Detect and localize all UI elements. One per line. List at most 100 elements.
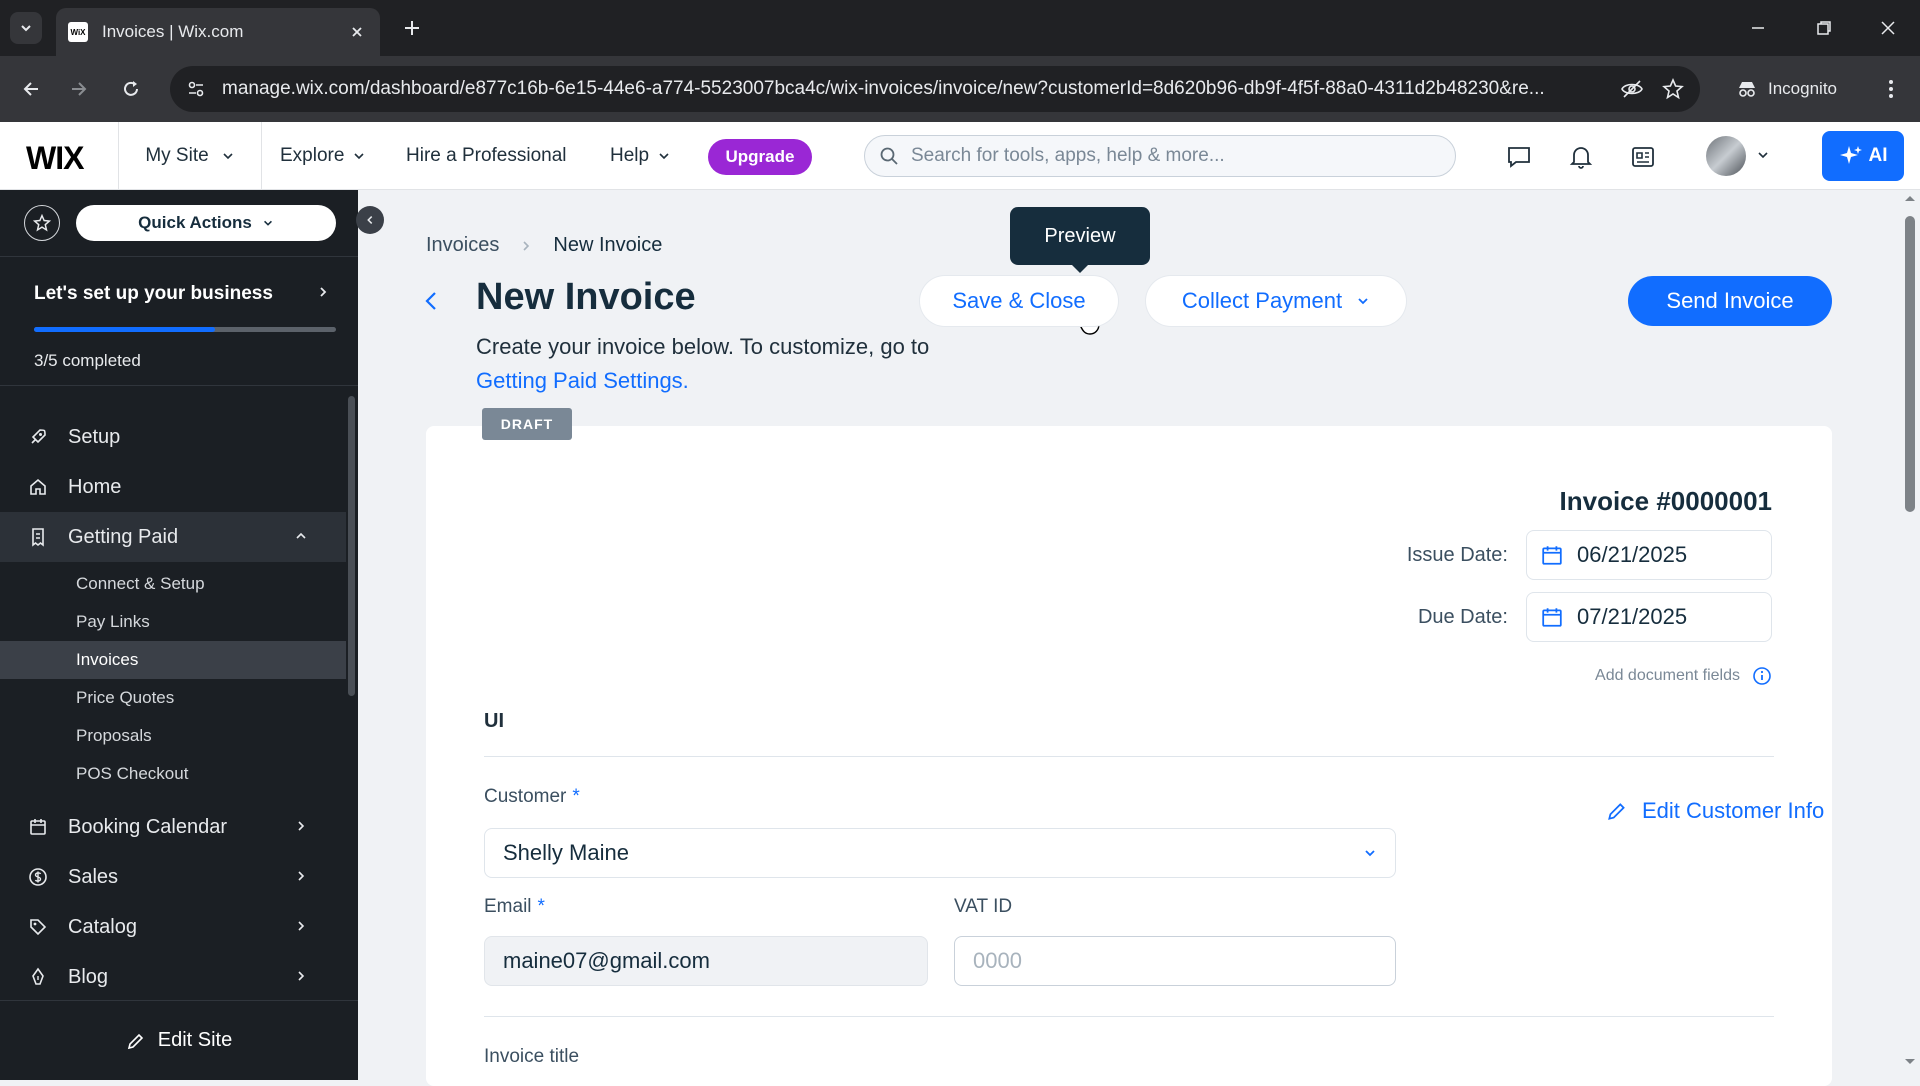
sidebar-subitem-price-quotes[interactable]: Price Quotes bbox=[0, 679, 346, 717]
quick-actions-button[interactable]: Quick Actions bbox=[76, 205, 336, 241]
favorites-star-icon[interactable] bbox=[24, 205, 60, 241]
pencil-icon bbox=[1608, 803, 1625, 820]
save-close-button[interactable]: Save & Close bbox=[920, 276, 1118, 326]
forward-arrow-icon[interactable] bbox=[62, 72, 96, 106]
collect-payment-button[interactable]: Collect Payment bbox=[1146, 276, 1406, 326]
tab-search-button[interactable] bbox=[10, 12, 42, 44]
setup-progress-card[interactable]: Let's set up your business 3/5 completed bbox=[0, 256, 358, 386]
business-name: UI bbox=[484, 710, 504, 732]
page-scrollbar[interactable] bbox=[1900, 190, 1920, 1080]
minimize-icon[interactable] bbox=[1736, 12, 1780, 44]
page-title: New Invoice bbox=[476, 276, 696, 318]
sidebar-subitem-pay-links[interactable]: Pay Links bbox=[0, 603, 346, 641]
invoice-number: Invoice #0000001 bbox=[1559, 486, 1773, 516]
main-content: Invoices New Invoice New Invoice Create … bbox=[358, 190, 1920, 1086]
sidebar-subitem-connect-setup[interactable]: Connect & Setup bbox=[0, 565, 346, 603]
chevron-down-icon[interactable] bbox=[1756, 148, 1770, 162]
sidebar-subitem-pos-checkout[interactable]: POS Checkout bbox=[0, 755, 346, 793]
email-field[interactable]: maine07@gmail.com bbox=[484, 936, 928, 986]
search-placeholder: Search for tools, apps, help & more... bbox=[911, 145, 1225, 166]
sidebar-item-label: Getting Paid bbox=[68, 525, 179, 548]
search-input[interactable]: Search for tools, apps, help & more... bbox=[864, 135, 1456, 177]
sidebar-item-home[interactable]: Home bbox=[0, 462, 346, 512]
notifications-bell-icon[interactable] bbox=[1566, 142, 1596, 172]
customer-select[interactable]: Shelly Maine bbox=[484, 828, 1396, 878]
chevron-down-icon bbox=[354, 153, 364, 160]
vat-id-label: VAT ID bbox=[954, 896, 1013, 917]
preview-tooltip: Preview bbox=[1010, 207, 1150, 273]
scroll-down-arrow-icon[interactable] bbox=[1904, 1058, 1916, 1066]
window-close-icon[interactable] bbox=[1866, 12, 1910, 44]
customer-value: Shelly Maine bbox=[503, 840, 629, 865]
back-chevron-icon[interactable] bbox=[422, 290, 442, 312]
calendar-icon bbox=[1542, 546, 1562, 565]
user-avatar[interactable] bbox=[1706, 136, 1746, 176]
edit-site-button[interactable]: Edit Site bbox=[0, 1000, 358, 1080]
restore-icon[interactable] bbox=[1802, 12, 1846, 44]
wix-favicon-icon: WiX bbox=[68, 22, 88, 42]
address-bar[interactable]: manage.wix.com/dashboard/e877c16b-6e15-4… bbox=[170, 66, 1700, 112]
reload-icon[interactable] bbox=[114, 72, 148, 106]
news-feed-icon[interactable] bbox=[1628, 142, 1658, 172]
due-date-label: Due Date: bbox=[1417, 605, 1508, 628]
setup-progress-fill bbox=[34, 327, 216, 332]
sidebar-item-getting-paid[interactable]: Getting Paid bbox=[0, 512, 346, 562]
getting-paid-settings-link[interactable]: Getting Paid Settings. bbox=[476, 368, 689, 393]
tab-close-icon[interactable] bbox=[346, 21, 368, 43]
collapse-sidebar-button[interactable] bbox=[356, 206, 384, 234]
add-document-fields-label: Add document fields bbox=[1595, 667, 1740, 684]
browser-tab[interactable]: WiX Invoices | Wix.com bbox=[56, 8, 380, 56]
ai-assistant-button[interactable]: AI bbox=[1822, 131, 1904, 181]
dollar-circle-icon bbox=[28, 867, 48, 887]
new-tab-plus-icon[interactable] bbox=[398, 14, 426, 42]
sidebar-item-catalog[interactable]: Catalog bbox=[0, 902, 346, 952]
sidebar-item-booking-calendar[interactable]: Booking Calendar bbox=[0, 802, 346, 852]
issue-date-field[interactable]: 06/21/2025 bbox=[1526, 530, 1772, 580]
sidebar-item-blog[interactable]: Blog bbox=[0, 952, 346, 1002]
tab-title: Invoices | Wix.com bbox=[102, 22, 244, 41]
hire-professional-link[interactable]: Hire a Professional bbox=[406, 122, 567, 190]
chevron-down-icon bbox=[659, 153, 669, 160]
hire-label: Hire a Professional bbox=[406, 145, 567, 166]
back-arrow-icon[interactable] bbox=[14, 72, 48, 106]
explore-menu[interactable]: Explore bbox=[280, 122, 366, 190]
sidebar-subitem-label: Proposals bbox=[76, 726, 152, 745]
ai-label: AI bbox=[1868, 145, 1888, 166]
issue-date-value: 06/21/2025 bbox=[1577, 542, 1688, 567]
required-mark: * bbox=[537, 896, 545, 917]
sidebar-subitem-label: POS Checkout bbox=[76, 764, 189, 783]
sidebar-subitem-label: Connect & Setup bbox=[76, 574, 205, 593]
help-menu[interactable]: Help bbox=[610, 122, 671, 190]
sidebar-item-setup[interactable]: Setup bbox=[0, 412, 346, 462]
vat-id-field[interactable]: 0000 bbox=[954, 936, 1396, 986]
scroll-up-arrow-icon[interactable] bbox=[1904, 194, 1916, 202]
upgrade-button[interactable]: Upgrade bbox=[708, 139, 812, 175]
due-date-field[interactable]: 07/21/2025 bbox=[1526, 592, 1772, 642]
browser-menu-icon[interactable] bbox=[1874, 72, 1908, 106]
sidebar-item-sales[interactable]: Sales bbox=[0, 852, 346, 902]
sidebar-subitem-label: Price Quotes bbox=[76, 688, 175, 707]
setup-progress-bar bbox=[34, 327, 336, 332]
info-icon[interactable] bbox=[1752, 666, 1772, 686]
messages-icon[interactable] bbox=[1504, 142, 1534, 172]
send-invoice-button[interactable]: Send Invoice bbox=[1628, 276, 1832, 326]
invoice-title-label: Invoice title bbox=[484, 1046, 580, 1067]
breadcrumb-current: New Invoice bbox=[553, 234, 663, 256]
required-mark: * bbox=[572, 786, 580, 807]
sidebar-subitem-proposals[interactable]: Proposals bbox=[0, 717, 346, 755]
receipt-icon bbox=[28, 527, 48, 547]
edit-customer-info-link[interactable]: Edit Customer Info bbox=[1606, 798, 1824, 824]
breadcrumb-invoices-link[interactable]: Invoices bbox=[426, 234, 499, 257]
setup-title: Let's set up your business bbox=[34, 283, 273, 304]
scrollbar-thumb[interactable] bbox=[1905, 216, 1915, 512]
my-site-dropdown[interactable]: My Site bbox=[118, 122, 262, 190]
add-document-fields[interactable]: Add document fields bbox=[1595, 666, 1772, 686]
wix-logo[interactable]: WIX bbox=[26, 140, 84, 177]
incognito-indicator[interactable]: Incognito bbox=[1722, 66, 1846, 112]
issue-date-label: Issue Date: bbox=[1406, 543, 1508, 566]
email-label-text: Email bbox=[484, 896, 532, 917]
sidebar-subitem-invoices[interactable]: Invoices bbox=[0, 641, 346, 679]
eye-off-icon bbox=[1621, 80, 1643, 98]
bookmark-star-icon bbox=[1662, 78, 1684, 100]
sidebar-scrollbar[interactable] bbox=[348, 396, 355, 696]
